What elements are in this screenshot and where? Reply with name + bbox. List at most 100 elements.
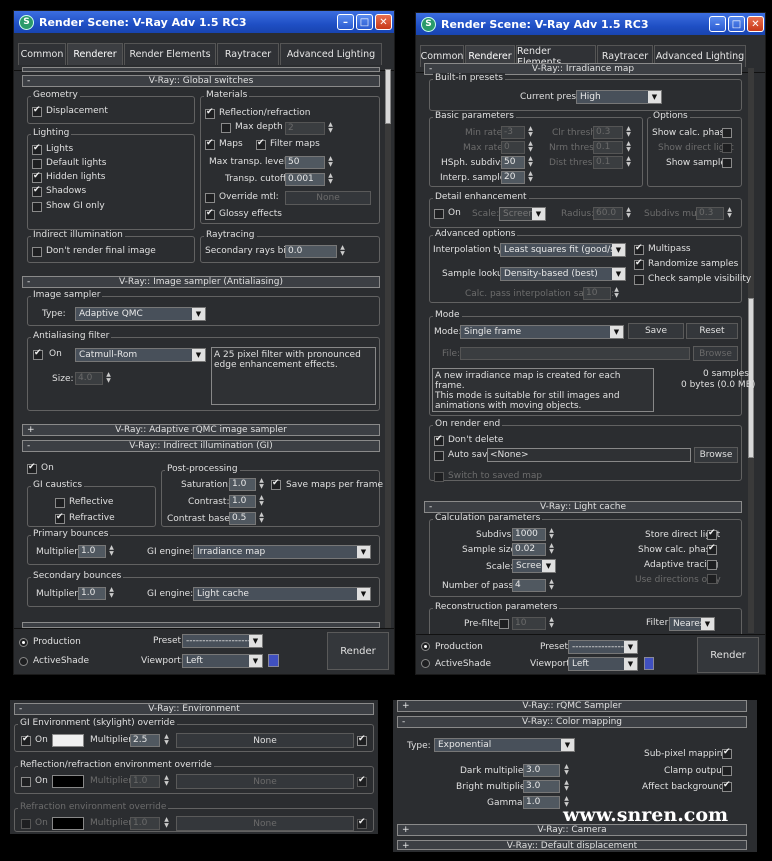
auto-save-browse-button[interactable]: Browse (694, 447, 738, 463)
default-lights-checkbox[interactable] (32, 159, 42, 169)
saturation-arrows[interactable]: ▲ ▼ (258, 478, 265, 491)
sample-lookup-dropdown[interactable]: Density-based (best) ▼ (500, 267, 626, 281)
reflective-checkbox[interactable] (55, 498, 65, 508)
max-depth-checkbox[interactable] (221, 123, 231, 133)
interp-type-dropdown[interactable]: Least squares fit (good/smooth▼ (500, 243, 626, 257)
rollout-default-displacement[interactable]: + V-Ray:: Default displacement (397, 840, 747, 850)
rollout-global-switches[interactable]: - V-Ray:: Global switches (22, 75, 380, 87)
lock-viewport-icon[interactable] (644, 657, 654, 670)
rollout-rqmc-sampler[interactable]: + V-Ray:: rQMC Sampler (397, 700, 747, 712)
check-visibility-checkbox[interactable] (634, 275, 644, 285)
sub-pixel-checkbox[interactable] (722, 747, 732, 759)
title-bar[interactable]: S Render Scene: V-Ray Adv 1.5 RC3 – □ ✕ (14, 11, 394, 33)
maps-checkbox[interactable] (205, 138, 215, 150)
refl-env-map-checkbox[interactable] (357, 775, 367, 787)
filter-maps-checkbox[interactable] (256, 138, 266, 150)
gi-env-multiplier-spinner[interactable]: 2.5 (130, 734, 160, 747)
activeshade-radio[interactable] (19, 657, 28, 666)
prefilter-spinner[interactable]: 10 (512, 617, 546, 630)
preset-dropdown[interactable]: ---------------------- ▼ (568, 640, 638, 654)
refr-env-map-button[interactable]: None (176, 816, 354, 831)
randomize-samples-checkbox[interactable] (634, 258, 644, 270)
transp-cutoff-arrows[interactable]: ▲ ▼ (327, 173, 334, 186)
show-samples-checkbox[interactable] (722, 158, 732, 168)
mode-save-button[interactable]: Save (628, 323, 684, 339)
lc-sample-size-spinner[interactable]: 0.02 (512, 543, 546, 556)
tab-render-elements[interactable]: Render Elements (124, 43, 216, 65)
interp-samples-arrows[interactable]: ▲ ▼ (527, 171, 534, 184)
lc-scale-dropdown[interactable]: Screen ▼ (512, 559, 556, 573)
calc-pass-spinner[interactable]: 10 (583, 287, 611, 300)
aa-filter-dropdown[interactable]: Catmull-Rom ▼ (75, 348, 206, 362)
refr-env-multiplier-arrows[interactable]: ▲ ▼ (163, 817, 170, 830)
dist-thresh-arrows[interactable]: ▲ ▼ (625, 156, 632, 169)
auto-save-checkbox[interactable] (434, 451, 444, 461)
refl-env-on-checkbox[interactable] (21, 777, 31, 787)
refl-env-multiplier-spinner[interactable]: 1.0 (130, 775, 160, 788)
viewport-dropdown[interactable]: Left ▼ (568, 657, 638, 671)
gi-on-checkbox[interactable] (27, 462, 37, 474)
transp-cutoff-spinner[interactable]: 0.001 (285, 173, 325, 186)
detail-on-checkbox[interactable] (434, 209, 444, 219)
max-transp-spinner[interactable]: 50 (285, 156, 325, 169)
rollout-environment[interactable]: - V-Ray:: Environment (14, 703, 374, 715)
title-bar[interactable]: S Render Scene: V-Ray Adv 1.5 RC3 – □ ✕ (416, 13, 765, 35)
override-mtl-button[interactable]: None (285, 191, 371, 205)
hsph-subdivs-arrows[interactable]: ▲ ▼ (527, 156, 534, 169)
lights-checkbox[interactable] (32, 143, 42, 155)
interp-samples-spinner[interactable]: 20 (501, 171, 525, 184)
hidden-lights-checkbox[interactable] (32, 171, 42, 183)
gi-env-color-swatch[interactable] (52, 734, 84, 747)
clr-thresh-arrows[interactable]: ▲ ▼ (625, 126, 632, 139)
detail-scale-dropdown[interactable]: Screen ▼ (499, 207, 546, 221)
minimize-button[interactable]: – (709, 16, 726, 32)
contrast-spinner[interactable]: 1.0 (229, 495, 256, 508)
refr-env-color-swatch[interactable] (52, 817, 84, 830)
lc-passes-spinner[interactable]: 4 (512, 579, 546, 592)
calc-pass-arrows[interactable]: ▲ ▼ (613, 287, 620, 300)
max-transp-arrows[interactable]: ▲ ▼ (327, 156, 334, 169)
production-radio[interactable] (19, 638, 28, 647)
sampler-type-dropdown[interactable]: Adaptive QMC ▼ (75, 307, 206, 321)
max-rate-spinner[interactable]: 0 (501, 141, 525, 154)
production-radio[interactable] (421, 642, 430, 651)
aa-size-arrows[interactable]: ▲ ▼ (105, 372, 112, 385)
lc-passes-arrows[interactable]: ▲ ▼ (548, 579, 555, 592)
rollout-indirect-illumination[interactable]: - V-Ray:: Indirect illumination (GI) (22, 440, 380, 452)
dont-delete-checkbox[interactable] (434, 434, 444, 446)
tab-renderer[interactable]: Renderer (67, 43, 123, 65)
nrm-thresh-arrows[interactable]: ▲ ▼ (625, 141, 632, 154)
rollout-color-mapping[interactable]: - V-Ray:: Color mapping (397, 716, 747, 728)
dont-render-final-checkbox[interactable] (32, 247, 42, 257)
scrollbar[interactable] (385, 69, 391, 629)
displacement-checkbox[interactable] (32, 105, 42, 117)
activeshade-radio[interactable] (421, 659, 430, 668)
mode-dropdown[interactable]: Single frame ▼ (460, 325, 624, 339)
prefilter-arrows[interactable]: ▲ ▼ (548, 617, 555, 630)
store-direct-checkbox[interactable] (707, 528, 717, 540)
show-gi-only-checkbox[interactable] (32, 202, 42, 212)
max-depth-arrows[interactable]: ▲ ▼ (327, 122, 334, 135)
gi-env-map-button[interactable]: None (176, 733, 354, 748)
saturation-spinner[interactable]: 1.0 (229, 478, 256, 491)
switch-saved-map-checkbox[interactable] (434, 472, 444, 482)
gamma-spinner[interactable]: 1.0 (523, 796, 560, 809)
mode-browse-button[interactable]: Browse (693, 346, 738, 361)
directions-only-checkbox[interactable] (707, 574, 717, 584)
refr-env-multiplier-spinner[interactable]: 1.0 (130, 817, 160, 830)
dark-multiplier-spinner[interactable]: 3.0 (523, 764, 560, 777)
clr-thresh-spinner[interactable]: 0.3 (593, 126, 623, 139)
dark-multiplier-arrows[interactable]: ▲ ▼ (563, 764, 570, 777)
bright-multiplier-spinner[interactable]: 3.0 (523, 780, 560, 793)
secondary-engine-dropdown[interactable]: Light cache ▼ (193, 587, 371, 601)
lc-subdivs-arrows[interactable]: ▲ ▼ (548, 528, 555, 541)
rollout-light-cache[interactable]: - V-Ray:: Light cache (424, 501, 742, 513)
primary-engine-dropdown[interactable]: Irradiance map ▼ (193, 545, 371, 559)
override-mtl-checkbox[interactable] (205, 193, 215, 203)
max-depth-spinner[interactable]: 2 (285, 122, 325, 135)
tab-raytracer[interactable]: Raytracer (217, 43, 279, 65)
current-preset-dropdown[interactable]: High ▼ (576, 90, 662, 104)
contrast-arrows[interactable]: ▲ ▼ (258, 495, 265, 508)
tab-advanced-lighting[interactable]: Advanced Lighting (280, 43, 382, 65)
lc-sample-size-arrows[interactable]: ▲ ▼ (548, 543, 555, 556)
